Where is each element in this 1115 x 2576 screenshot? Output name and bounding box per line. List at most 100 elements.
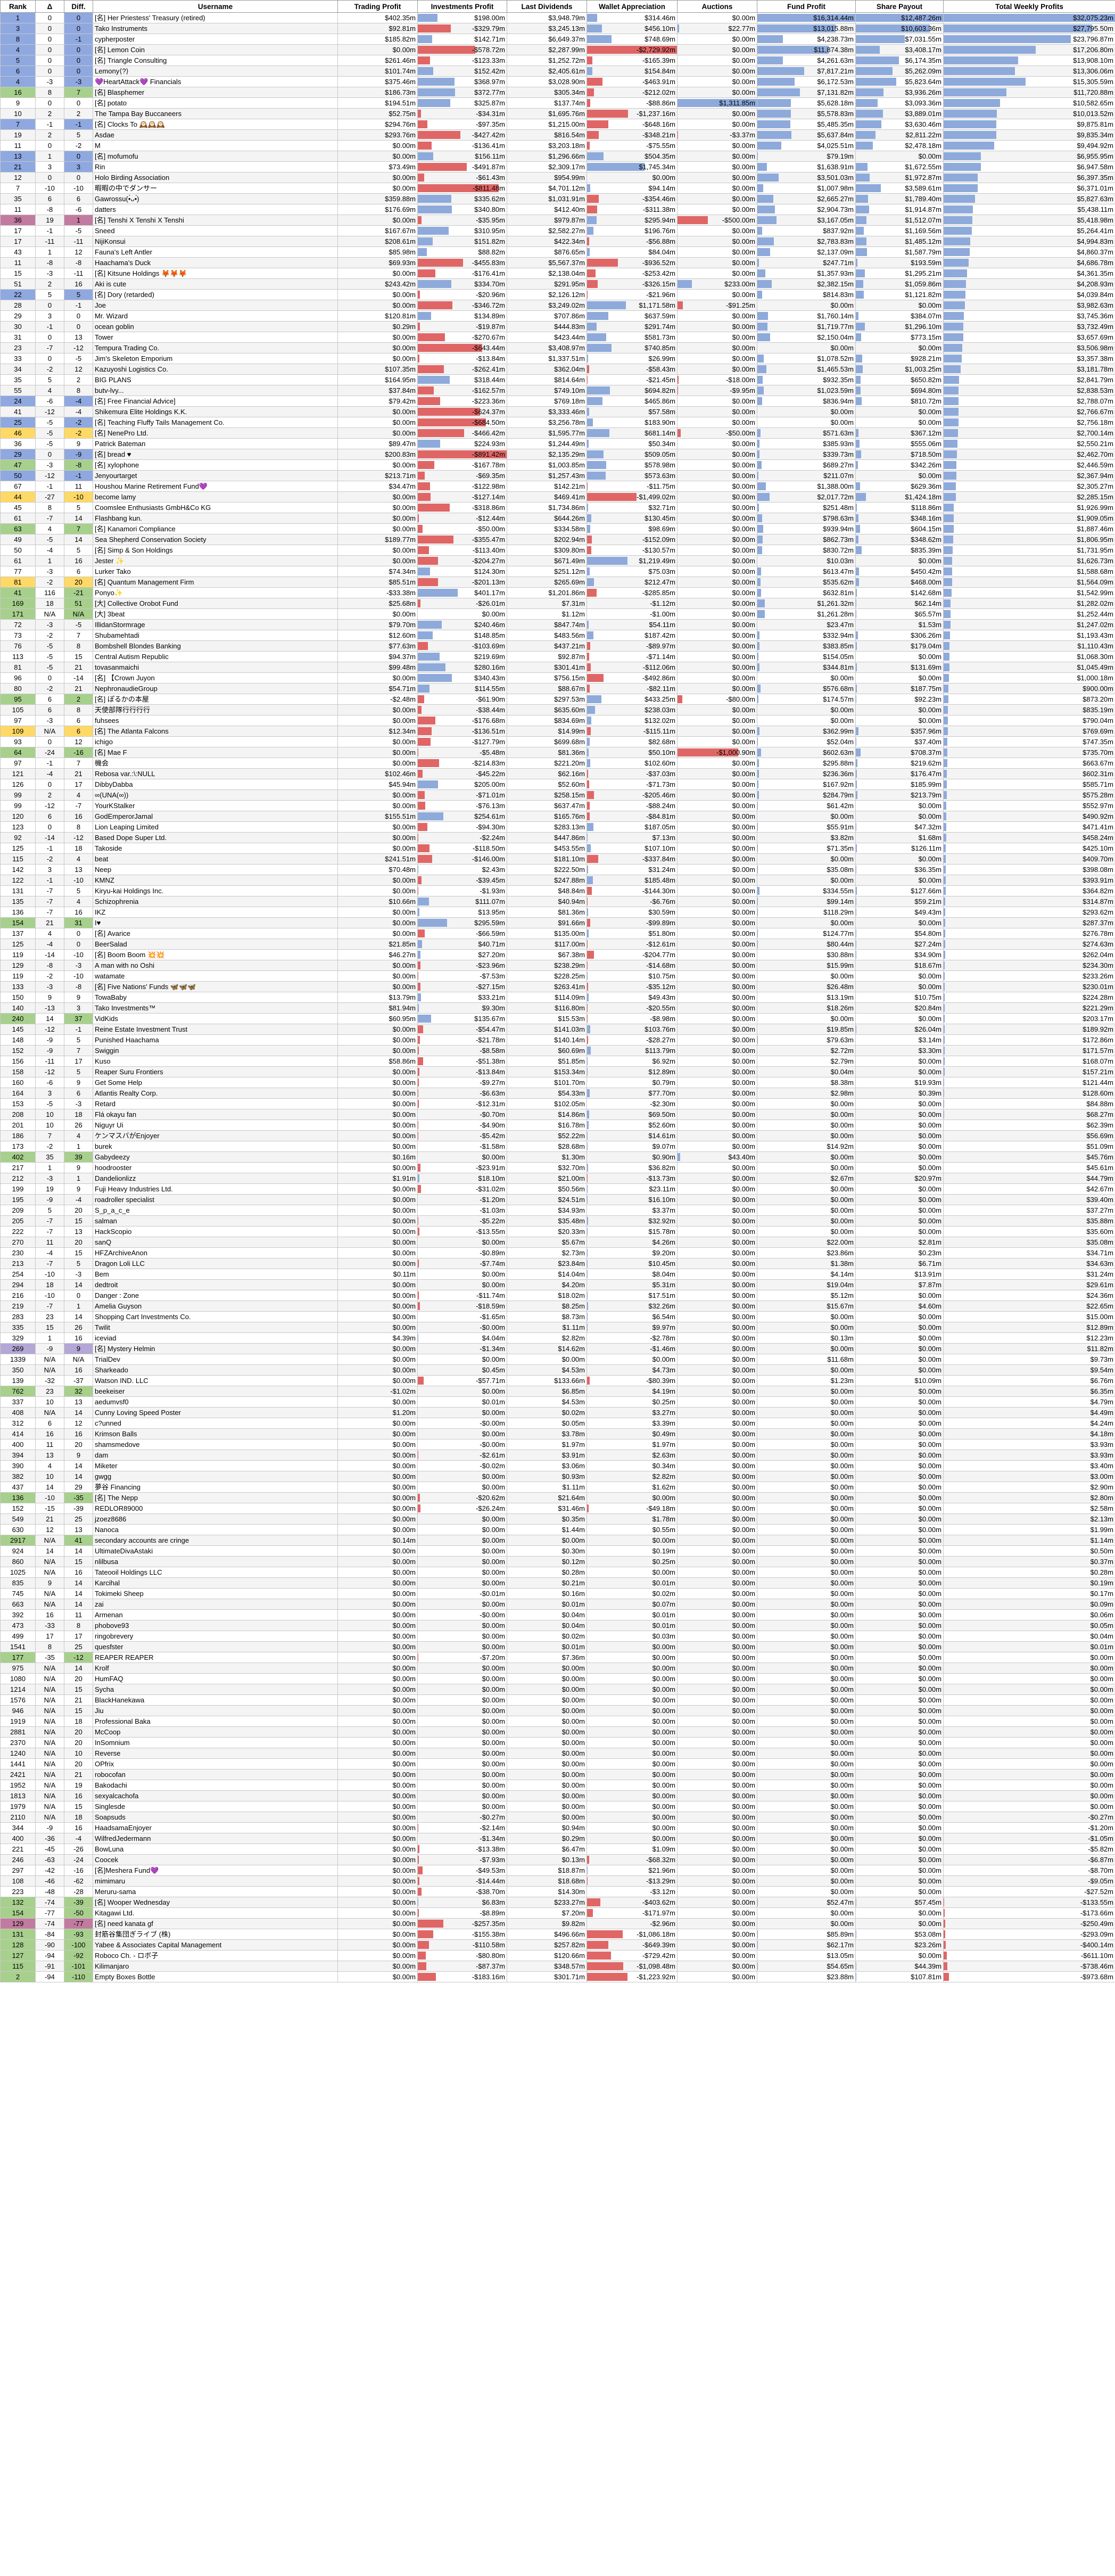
table-row[interactable]: 217 1 9 hoodrooster $0.00m -$23.91m $32.70m $36… (0, 1162, 1115, 1173)
table-row[interactable]: 115 -2 4 beat $241.51m -$146.00m $181.10m -$337… (0, 853, 1115, 865)
table-row[interactable]: 41 116 -21 Ponyo✨ -$33.38m $401.17m $1,201.86m… (0, 587, 1115, 598)
table-row[interactable]: 2370 N/A 20 InSomnium $0.00m $0.00m $0.00m $0.0… (0, 1737, 1115, 1748)
table-row[interactable]: 164 3 6 Atlantis Realty Corp. $0.00m -$6.63m $… (0, 1088, 1115, 1099)
table-row[interactable]: 219 -7 1 Amelia Guyson $0.00m -$18.59m $8.25m $… (0, 1301, 1115, 1312)
table-row[interactable]: 549 21 25 jzoez8686 $0.00m $0.00m $0.35m $1.78m… (0, 1513, 1115, 1525)
table-row[interactable]: 2421 N/A 21 robocofan $0.00m $0.00m $0.00m $0.0… (0, 1769, 1115, 1780)
table-row[interactable]: 437 14 29 夢谷 Financing $0.00m $0.00m $1.11m $1.… (0, 1482, 1115, 1493)
table-row[interactable]: 240 14 37 VidKids $60.95m $135.67m $15.53m -$8.… (0, 1013, 1115, 1024)
table-row[interactable]: 148 -9 5 Punished Haachama $0.00m -$21.78m $14… (0, 1034, 1115, 1046)
table-row[interactable]: 23 -7 -12 Tempura Trading Co. $0.00m -$643.44… (0, 342, 1115, 353)
column-header-last-dividends[interactable]: Last Dividends (507, 0, 587, 13)
table-row[interactable]: 115 -91 -101 Kilimanjaro $0.00m -$87.37m $348.… (0, 1961, 1115, 1972)
table-row[interactable]: 72 -3 -5 IllidanStormrage $79.70m $240.46m $84… (0, 619, 1115, 630)
table-row[interactable]: 223 -48 -28 Meruru-sama $0.00m -$38.70m $14.30… (0, 1886, 1115, 1897)
table-row[interactable]: 121 -4 21 Rebosa var.:\:NULL $102.46m -$45.22… (0, 768, 1115, 779)
column-header-share-payout[interactable]: Share Payout (855, 0, 944, 13)
table-row[interactable]: 663 N/A 14 zai $0.00m $0.00m $0.01m $0.07m $0.00… (0, 1599, 1115, 1610)
table-row[interactable]: 394 13 9 dam $0.00m -$2.61m $3.91m $2.63m $0.00m… (0, 1450, 1115, 1461)
table-row[interactable]: 177 -35 -12 REAPER REAPER $0.00m -$7.20m $7.36… (0, 1652, 1115, 1663)
table-row[interactable]: 119 -2 -10 watamate $0.00m -$7.53m $228.25m $10… (0, 970, 1115, 982)
table-row[interactable]: 96 0 -14 [名] 【Crown Juyon $0.00m $340.43m $756… (0, 672, 1115, 684)
table-row[interactable]: 46 -5 -2 [名] NenePro Ltd. $0.00m -$466.42m $1,… (0, 427, 1115, 439)
table-row[interactable]: 1541 8 25 quesfster $0.00m $0.00m $0.01m $0.00m… (0, 1641, 1115, 1652)
table-row[interactable]: 152 -9 7 Swiggin $0.00m -$8.58m $60.69m $113.79… (0, 1045, 1115, 1056)
table-row[interactable]: 4 0 0 [名] Lemon Coin $0.00m -$578.72m $2,287.9… (0, 44, 1115, 55)
table-row[interactable]: 2 -94 -110 Empty Boxes Bottle $0.00m -$183.16… (0, 1971, 1115, 1982)
table-row[interactable]: 400 11 20 shamsmedove $0.00m -$0.00m $1.97m $1.… (0, 1439, 1115, 1450)
table-row[interactable]: 80 -2 21 NephronaudieGroup $54.71m $114.55m $8… (0, 683, 1115, 694)
table-row[interactable]: 208 10 18 ‪Flá okayu fan $0.00m -$0.70m $14.86… (0, 1109, 1115, 1120)
table-row[interactable]: 77 -3 6 Lurker Tako $74.34m $124.30m $251.12m $… (0, 566, 1115, 577)
table-row[interactable]: 50 -12 -1 Jenyourtarget $213.71m -$69.35m $1,2… (0, 470, 1115, 481)
table-row[interactable]: 975 N/A 14 Krolf $0.00m $0.00m $0.00m $0.00m $0.… (0, 1663, 1115, 1674)
table-row[interactable]: 1813 N/A 16 sexyalcachofa $0.00m $0.00m $0.00m… (0, 1790, 1115, 1801)
table-row[interactable]: 16 8 7 [名] Blasphemer $186.73m $372.77m $305.3… (0, 87, 1115, 98)
table-row[interactable]: 414 16 16 Krimson Balls $0.00m $0.00m $3.78m $0… (0, 1428, 1115, 1439)
table-row[interactable]: 127 -94 -92 Roboco Ch. - ロボ子 $0.00m -$80.80m $… (0, 1950, 1115, 1961)
table-row[interactable]: 33 0 -5 Jim's Skeleton Emporium $0.00m -$13.8… (0, 353, 1115, 364)
table-row[interactable]: 158 -12 5 Reaper Suru Frontiers $0.00m -$13.8… (0, 1066, 1115, 1077)
table-row[interactable]: 1576 N/A 21 BlackHanekawa $0.00m $0.00m $0.00m… (0, 1694, 1115, 1706)
table-row[interactable]: 216 -10 0 Danger : Zone $0.00m -$11.74m $18.02… (0, 1290, 1115, 1301)
table-row[interactable]: 113 -5 15 Central Autism Republic $94.37m $21… (0, 651, 1115, 662)
table-row[interactable]: 153 -5 -3 Retard $0.00m -$12.31m $102.05m -$2.3… (0, 1098, 1115, 1109)
column-header-rank[interactable]: Rank (0, 0, 36, 13)
table-row[interactable]: 29 3 0 Mr. Wizard $120.81m $134.89m $707.86m $6… (0, 310, 1115, 322)
table-row[interactable]: 473 -33 8 phobove93 $0.00m $0.00m $0.04m $0.01m… (0, 1620, 1115, 1631)
column-header-delta[interactable]: Δ (35, 0, 64, 13)
table-row[interactable]: 8 0 -1 cypherposter $185.82m $142.71m $6,649.3… (0, 34, 1115, 45)
table-row[interactable]: 108 -46 -62 mimimaru $0.00m -$14.44m $18.68m -$… (0, 1875, 1115, 1887)
table-row[interactable]: 1919 N/A 18 Professional Baka $0.00m $0.00m $0… (0, 1716, 1115, 1727)
table-row[interactable]: 132 -74 -39 [名] Wooper Wednesday $0.00m $6.83… (0, 1897, 1115, 1908)
table-row[interactable]: 135 -7 4 Schizophrenia $10.66m $111.07m $40.94… (0, 896, 1115, 907)
table-row[interactable]: 222 -7 13 HackScopio $0.00m -$13.55m $20.33m $1… (0, 1226, 1115, 1237)
column-header-wallet-appreciation[interactable]: Wallet Appreciation (587, 0, 678, 13)
table-row[interactable]: 269 -9 9 [名] Mystery Helmin $0.00m -$1.34m $14… (0, 1343, 1115, 1354)
table-row[interactable]: 154 -77 -50 Kitagawi Ltd. $0.00m -$8.89m $7.20… (0, 1907, 1115, 1919)
table-row[interactable]: 22 5 5 [名] Dory (retarded) $0.00m -$20.96m $2,… (0, 289, 1115, 300)
table-row[interactable]: 63 4 7 [名] Kanamori Compliance $0.00m -$50.00… (0, 523, 1115, 534)
table-row[interactable]: 254 -10 -3 Bem $0.11m $0.00m $14.04m $8.04m $0.0… (0, 1269, 1115, 1280)
table-row[interactable]: 312 6 12 c?unned $0.00m -$0.00m $0.05m $3.39m $0… (0, 1418, 1115, 1429)
table-row[interactable]: 337 10 13 aedumvsf0 $0.00m $0.01m $4.53m $0.25m… (0, 1396, 1115, 1408)
table-row[interactable]: 150 9 9 TowaBaby $13.79m $33.21m $114.09m $49.4… (0, 992, 1115, 1003)
table-row[interactable]: 1025 N/A 16 Tateooil Holdings LLC $0.00m $0.0… (0, 1567, 1115, 1578)
table-row[interactable]: 21 3 3 Rin $73.49m -$491.87m $2,309.17m $1,745.… (0, 161, 1115, 172)
table-row[interactable]: 7 -10 -10 暇暇の中でダンサー $0.00m -$811.48m $4,701.12… (0, 183, 1115, 194)
table-row[interactable]: 11 -8 -8 Haachama's Duck $69.93m -$455.83m $5,… (0, 257, 1115, 268)
table-row[interactable]: 209 5 20 S_p_a_c_e $0.00m -$1.03m $34.93m $3.37… (0, 1205, 1115, 1216)
table-row[interactable]: 12 0 0 Holo Birding Association $0.00m -$61.4… (0, 172, 1115, 183)
table-row[interactable]: 131 -84 -93 封筋谷集団ぎライブ (株) $0.00m -$155.38m $49… (0, 1929, 1115, 1940)
table-row[interactable]: 145 -12 -1 Reine Estate Investment Trust $0.… (0, 1024, 1115, 1035)
table-row[interactable]: 152 -15 -39 REDLOR89000 $0.00m -$26.24m $31.46… (0, 1503, 1115, 1514)
table-row[interactable]: 131 -7 5 Kiryu-kai Holdings Inc. $0.00m -$1.9… (0, 885, 1115, 896)
table-row[interactable]: 835 9 14 Karcihal $0.00m $0.00m $0.21m $0.01m $0… (0, 1577, 1115, 1589)
table-row[interactable]: 29 0 -9 [名] bread ♥ $200.83m -$891.42m $2,135.… (0, 449, 1115, 460)
table-row[interactable]: 136 -7 16 IKZ $0.00m $13.95m $81.36m $30.59m $0.… (0, 907, 1115, 918)
table-row[interactable]: 350 N/A 16 Sharkeado $0.00m $0.45m $4.53m $4.73… (0, 1364, 1115, 1376)
table-row[interactable]: 13 1 0 [名] mofumofu $0.00m $156.11m $1,296.66m… (0, 151, 1115, 162)
table-row[interactable]: 9 0 0 [名] potato $194.51m $325.87m $137.74m -$8… (0, 97, 1115, 109)
table-row[interactable]: 125 -4 0 BeerSalad $21.85m $40.71m $117.00m -$1… (0, 939, 1115, 950)
table-row[interactable]: 3 0 0 Tako Instruments $92.81m -$329.79m $3,24… (0, 23, 1115, 34)
table-row[interactable]: 297 -42 -16 [名]Meshera Fund💜 $0.00m -$49.53m $… (0, 1865, 1115, 1876)
table-row[interactable]: 186 7 4 ケンマスバがEnjoyer $0.00m -$5.42m $52.22m $1… (0, 1130, 1115, 1141)
table-row[interactable]: 73 -2 7 Shubamehtadi $12.60m $148.85m $483.56m… (0, 630, 1115, 641)
table-row[interactable]: 173 -2 1 burek $0.00m -$1.58m $28.68m $9.07m $0.… (0, 1141, 1115, 1152)
table-row[interactable]: 119 -14 -10 [名] Boom Boom 💥💥 $46.27m $27.20m $… (0, 949, 1115, 960)
table-row[interactable]: 1080 N/A 20 HumFAQ $0.00m $0.00m $0.00m $0.00m $… (0, 1673, 1115, 1684)
table-row[interactable]: 221 -45 -26 BowLuna $0.00m -$13.38m $6.47m $1.0… (0, 1843, 1115, 1855)
table-row[interactable]: 97 -3 6 fuhsees $0.00m -$176.68m $834.69m $132.… (0, 715, 1115, 726)
table-row[interactable]: 41 -12 -4 Shikemura Elite Holdings K.K. $0.0… (0, 406, 1115, 417)
table-row[interactable]: 169 18 51 [大] Collective Orobot Fund $25.68m… (0, 598, 1115, 609)
table-row[interactable]: 24 -6 -4 [名] Free Financial Advice] $79.42m -… (0, 396, 1115, 407)
column-header-username[interactable]: Username (93, 0, 338, 13)
table-row[interactable]: 392 16 11 Armenan $0.00m -$0.00m $0.04m $0.01m $… (0, 1609, 1115, 1620)
table-row[interactable]: 1979 N/A 15 Singlesde $0.00m $0.00m $0.00m $0.0… (0, 1801, 1115, 1812)
table-row[interactable]: 17 -1 -5 Sneed $167.67m $310.95m $2,582.27m $19… (0, 225, 1115, 236)
column-header-diff[interactable]: Diff. (64, 0, 93, 13)
table-row[interactable]: 44 -27 -10 become lamy $0.00m -$127.14m $469.4… (0, 491, 1115, 503)
table-row[interactable]: 1 0 0 [名] Her Priestess' Treasury (retired)… (0, 12, 1115, 23)
table-row[interactable]: 213 -7 5 Dragon Loli LLC $0.00m -$7.74m $23.84… (0, 1258, 1115, 1269)
